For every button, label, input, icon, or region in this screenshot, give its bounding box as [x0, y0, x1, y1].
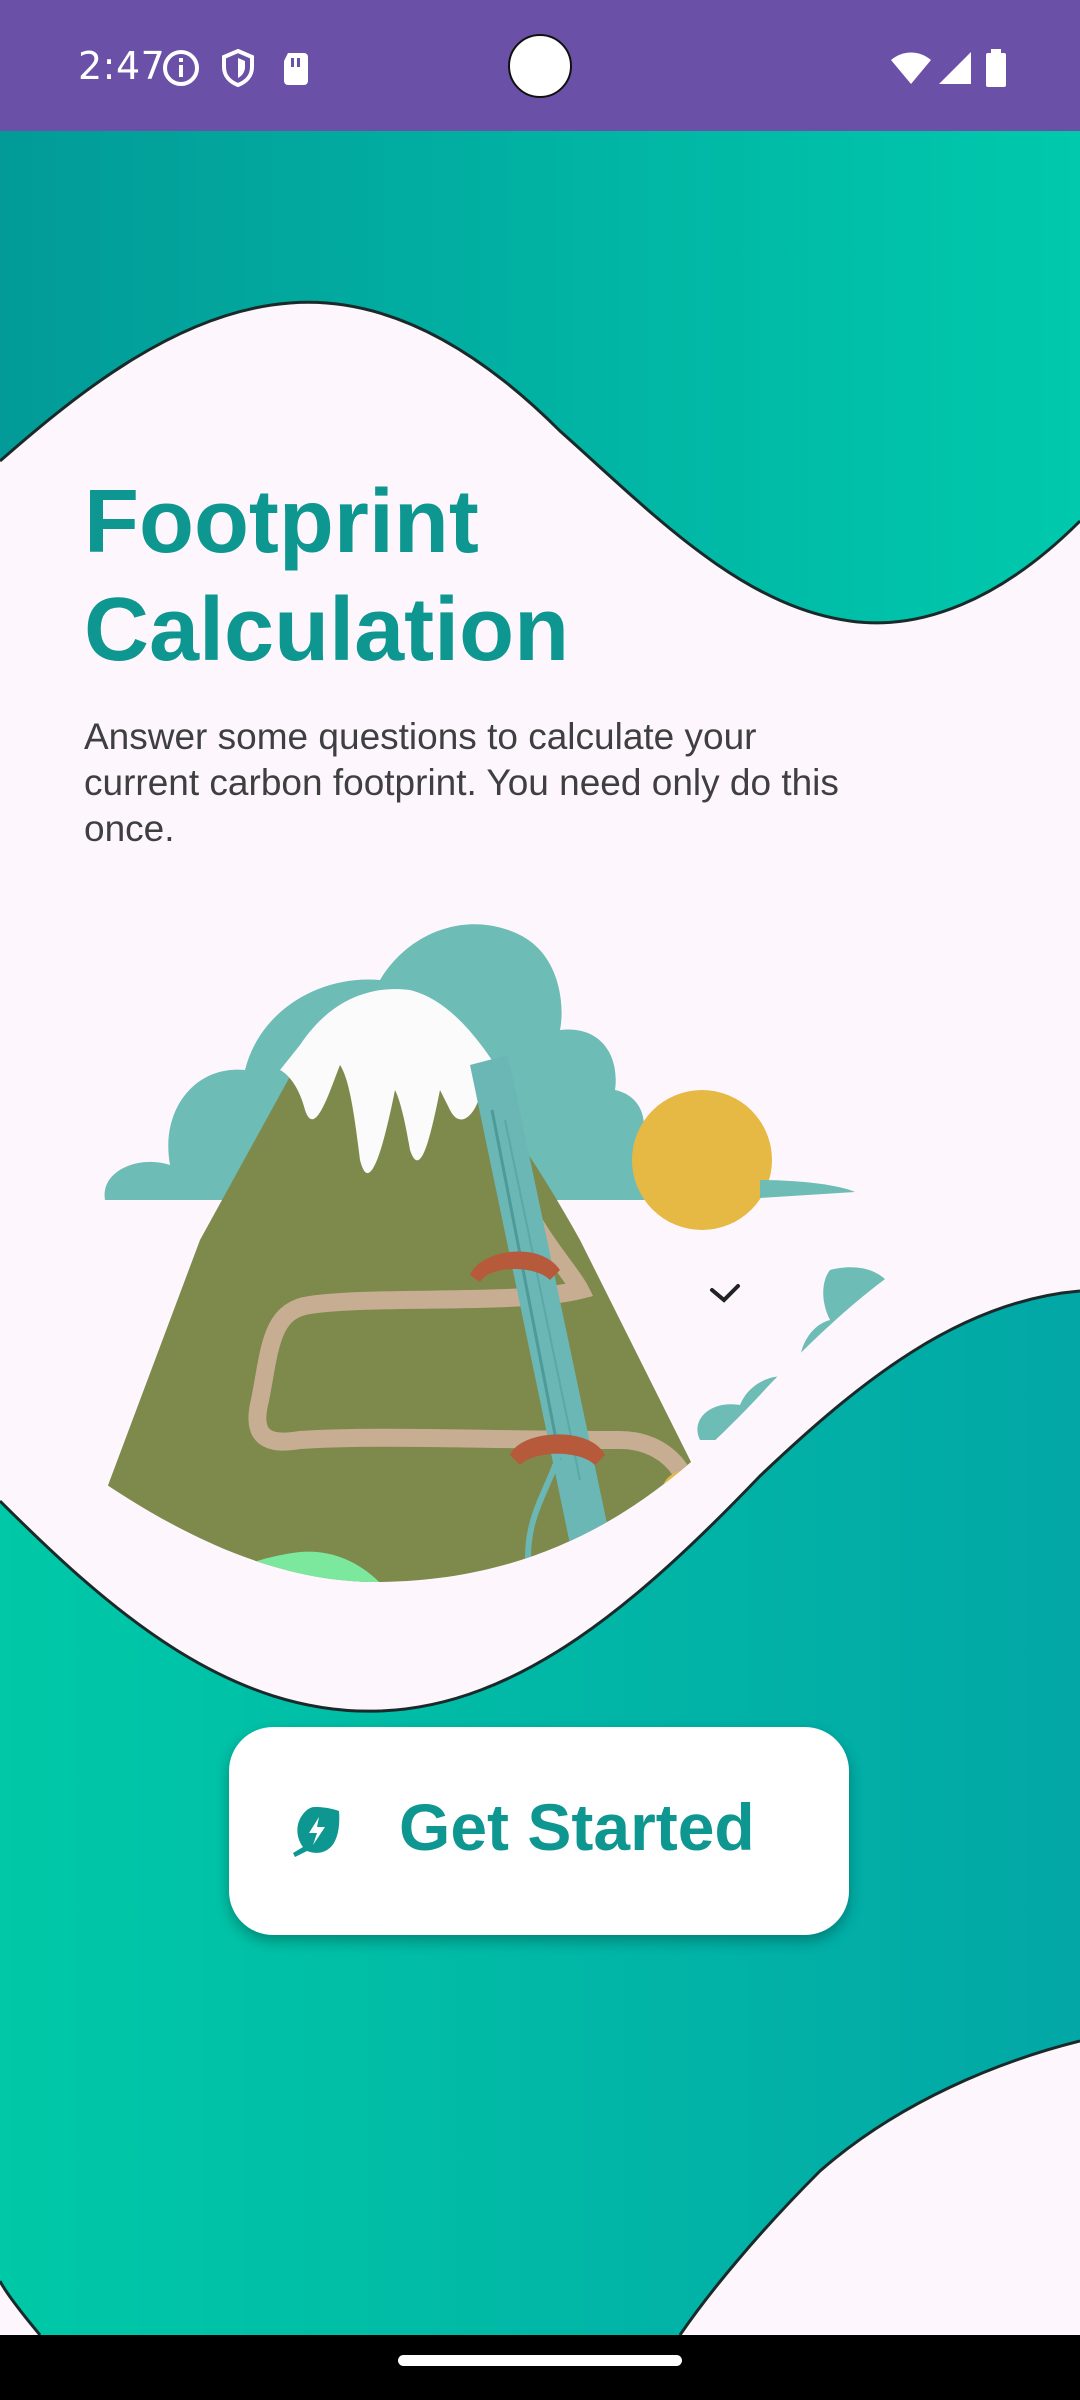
shield-icon: [222, 48, 254, 88]
status-time: 2:47: [78, 44, 166, 88]
info-icon: [163, 50, 199, 86]
mountain-illustration: [60, 924, 892, 1583]
get-started-button[interactable]: Get Started: [229, 1727, 849, 1935]
wifi-icon: [891, 52, 931, 84]
eco-bolt-icon: [293, 1807, 340, 1857]
page-title: Footprint Calculation: [84, 472, 570, 680]
camera-cutout: [508, 34, 572, 98]
page-description: Answer some questions to calculate your …: [84, 716, 839, 849]
status-bar: 2:47: [0, 0, 1080, 131]
battery-icon: [986, 49, 1006, 87]
get-started-label: Get Started: [399, 1790, 755, 1864]
navigation-bar: [0, 2335, 1080, 2400]
sim-card-icon: [284, 53, 308, 85]
signal-icon: [939, 52, 971, 84]
home-indicator[interactable]: [398, 2355, 682, 2366]
